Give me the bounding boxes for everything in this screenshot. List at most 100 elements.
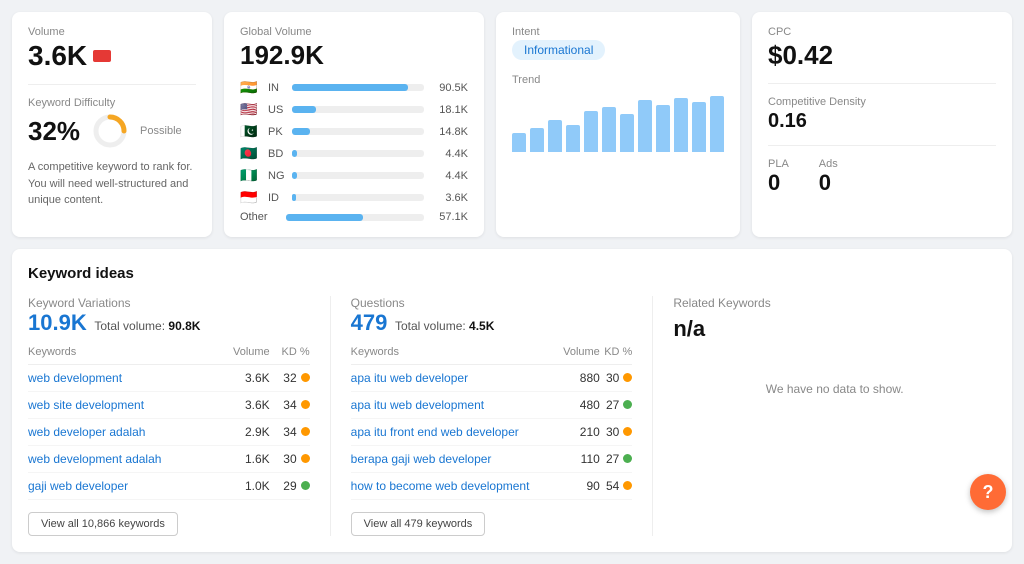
country-bar-fill [292, 106, 316, 113]
kw-volume: 1.6K [218, 446, 270, 473]
keyword-link[interactable]: web development adalah [28, 452, 161, 466]
country-num: 4.4K [430, 148, 468, 160]
comp-density-value: 0.16 [768, 110, 996, 133]
keyword-link[interactable]: web site development [28, 398, 144, 412]
country-code: IN [268, 82, 286, 94]
help-button[interactable]: ? [970, 474, 1006, 510]
kw-kd: 30 [600, 365, 633, 392]
country-row: 🇵🇰 PK 14.8K [240, 123, 468, 140]
trend-bar [638, 100, 652, 152]
kd-dot [623, 400, 632, 409]
keyword-link[interactable]: web development [28, 371, 122, 385]
variations-total: Total volume: 90.8K [94, 319, 200, 333]
kw-kd: 30 [600, 419, 633, 446]
country-code: US [268, 104, 286, 116]
country-num: 90.5K [430, 82, 468, 94]
keyword-link[interactable]: gaji web developer [28, 479, 128, 493]
comp-density-label: Competitive Density [768, 96, 996, 108]
cpc-card: CPC $0.42 Competitive Density 0.16 PLA 0… [752, 12, 1012, 237]
pla-value: 0 [768, 170, 789, 196]
trend-bar [584, 111, 598, 152]
intent-badge: Informational [512, 40, 605, 60]
country-bar-track [292, 128, 424, 135]
no-data-message: We have no data to show. [673, 382, 996, 396]
table-row: web development 3.6K 32 [28, 365, 310, 392]
kd-description: A competitive keyword to rank for. You w… [28, 159, 196, 209]
keyword-link[interactable]: apa itu web development [351, 398, 484, 412]
country-num: 18.1K [430, 104, 468, 116]
country-num: 4.4K [430, 170, 468, 182]
keyword-ideas-section: Keyword ideas Keyword Variations 10.9K T… [12, 249, 1012, 552]
country-bar-fill [292, 128, 310, 135]
country-row: 🇳🇬 NG 4.4K [240, 167, 468, 184]
keyword-link[interactable]: how to become web development [351, 479, 530, 493]
country-flag: 🇮🇩 [240, 189, 262, 206]
trend-bar [656, 105, 670, 152]
country-flag: 🇮🇳 [240, 79, 262, 96]
kw-kd: 27 [600, 392, 633, 419]
kd-dot [301, 427, 310, 436]
country-bar-fill [292, 84, 408, 91]
questions-count: 479 [351, 310, 388, 335]
trend-label: Trend [512, 74, 724, 86]
kd-dot [623, 427, 632, 436]
country-bar-track [292, 194, 424, 201]
country-code: PK [268, 126, 286, 138]
trend-bar [512, 133, 526, 152]
pla-item: PLA 0 [768, 158, 789, 196]
country-bar-fill [292, 150, 297, 157]
related-header: Related Keywords n/a [673, 296, 996, 342]
other-row: Other 57.1K [240, 211, 468, 223]
keyword-link[interactable]: web developer adalah [28, 425, 145, 439]
kw-kd: 27 [600, 446, 633, 473]
other-num: 57.1K [430, 211, 468, 223]
related-col: Related Keywords n/a We have no data to … [673, 296, 996, 536]
kw-volume: 3.6K [218, 365, 270, 392]
cpc-value: $0.42 [768, 40, 996, 71]
view-all-variations-button[interactable]: View all 10,866 keywords [28, 512, 178, 536]
kw-kd: 34 [270, 419, 310, 446]
trend-bar [692, 102, 706, 152]
variations-col: Keyword Variations 10.9K Total volume: 9… [28, 296, 331, 536]
global-volume-card: Global Volume 192.9K 🇮🇳 IN 90.5K 🇺🇸 US 1… [224, 12, 484, 237]
volume-value: 3.6K [28, 40, 196, 72]
country-flag: 🇺🇸 [240, 101, 262, 118]
var-col-vol: Volume [218, 346, 270, 365]
kw-volume: 210 [557, 419, 599, 446]
questions-col: Questions 479 Total volume: 4.5K Keyword… [351, 296, 654, 536]
table-row: web site development 3.6K 34 [28, 392, 310, 419]
variations-header: Keyword Variations 10.9K Total volume: 9… [28, 296, 310, 336]
country-row: 🇮🇳 IN 90.5K [240, 79, 468, 96]
ideas-grid: Keyword Variations 10.9K Total volume: 9… [28, 296, 996, 536]
trend-bar [620, 114, 634, 152]
ads-value: 0 [819, 170, 838, 196]
country-bar-track [292, 150, 424, 157]
country-bar-fill [292, 172, 297, 179]
var-col-kd: KD % [270, 346, 310, 365]
country-code: ID [268, 192, 286, 204]
q-col-kd: KD % [600, 346, 633, 365]
kw-kd: 30 [270, 446, 310, 473]
keyword-link[interactable]: berapa gaji web developer [351, 452, 492, 466]
kd-label: Keyword Difficulty [28, 97, 196, 109]
trend-chart [512, 92, 724, 152]
q-col-vol: Volume [557, 346, 599, 365]
table-row: apa itu front end web developer 210 30 [351, 419, 633, 446]
other-bar-track [286, 214, 424, 221]
questions-table: Keywords Volume KD % apa itu web develop… [351, 346, 633, 500]
variations-title: Keyword Variations [28, 296, 310, 310]
keyword-difficulty-section: Keyword Difficulty 32% Possible A compet… [28, 97, 196, 209]
keyword-link[interactable]: apa itu front end web developer [351, 425, 519, 439]
view-all-questions-button[interactable]: View all 479 keywords [351, 512, 486, 536]
trend-bar [674, 98, 688, 152]
kd-dot [623, 481, 632, 490]
var-col-kw: Keywords [28, 346, 218, 365]
kd-dot [301, 454, 310, 463]
keyword-link[interactable]: apa itu web developer [351, 371, 468, 385]
country-bar-fill [292, 194, 296, 201]
kd-dot [623, 454, 632, 463]
table-row: apa itu web developer 880 30 [351, 365, 633, 392]
questions-header: Questions 479 Total volume: 4.5K [351, 296, 633, 336]
kd-donut-chart [90, 111, 130, 151]
country-flag: 🇧🇩 [240, 145, 262, 162]
